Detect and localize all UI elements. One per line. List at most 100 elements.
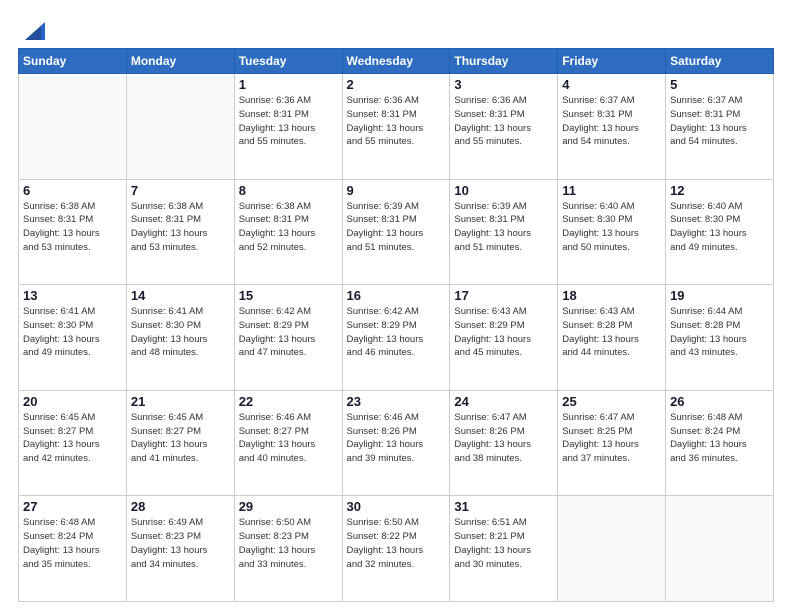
day-number: 19	[670, 288, 769, 303]
col-sunday: Sunday	[19, 49, 127, 74]
calendar-cell: 1 Sunrise: 6:36 AM Sunset: 8:31 PM Daylig…	[234, 74, 342, 180]
calendar-cell: 26 Sunrise: 6:48 AM Sunset: 8:24 PM Dayli…	[666, 390, 774, 496]
day-info: Sunrise: 6:46 AM Sunset: 8:27 PM Dayligh…	[239, 411, 338, 466]
col-friday: Friday	[558, 49, 666, 74]
day-info: Sunrise: 6:36 AM Sunset: 8:31 PM Dayligh…	[454, 94, 553, 149]
day-number: 23	[347, 394, 446, 409]
day-number: 2	[347, 77, 446, 92]
calendar-cell: 3 Sunrise: 6:36 AM Sunset: 8:31 PM Daylig…	[450, 74, 558, 180]
day-info: Sunrise: 6:48 AM Sunset: 8:24 PM Dayligh…	[670, 411, 769, 466]
day-info: Sunrise: 6:47 AM Sunset: 8:25 PM Dayligh…	[562, 411, 661, 466]
day-info: Sunrise: 6:40 AM Sunset: 8:30 PM Dayligh…	[562, 200, 661, 255]
calendar-cell: 8Sunrise: 6:38 AM Sunset: 8:31 PM Daylig…	[234, 179, 342, 285]
day-number: 20	[23, 394, 122, 409]
day-info: Sunrise: 6:37 AM Sunset: 8:31 PM Dayligh…	[670, 94, 769, 149]
calendar-cell: 25 Sunrise: 6:47 AM Sunset: 8:25 PM Dayli…	[558, 390, 666, 496]
day-info: Sunrise: 6:36 AM Sunset: 8:31 PM Dayligh…	[347, 94, 446, 149]
calendar-cell	[126, 74, 234, 180]
logo-icon	[23, 12, 45, 40]
calendar-cell: 2 Sunrise: 6:36 AM Sunset: 8:31 PM Daylig…	[342, 74, 450, 180]
day-info: Sunrise: 6:49 AM Sunset: 8:23 PM Dayligh…	[131, 516, 230, 571]
calendar-table: Sunday Monday Tuesday Wednesday Thursday…	[18, 48, 774, 602]
calendar-week-row: 1 Sunrise: 6:36 AM Sunset: 8:31 PM Daylig…	[19, 74, 774, 180]
calendar-cell: 31Sunrise: 6:51 AM Sunset: 8:21 PM Dayli…	[450, 496, 558, 602]
day-number: 27	[23, 499, 122, 514]
day-number: 29	[239, 499, 338, 514]
calendar-cell: 15Sunrise: 6:42 AM Sunset: 8:29 PM Dayli…	[234, 285, 342, 391]
day-number: 4	[562, 77, 661, 92]
calendar-cell	[19, 74, 127, 180]
col-wednesday: Wednesday	[342, 49, 450, 74]
calendar-cell: 10 Sunrise: 6:39 AM Sunset: 8:31 PM Dayli…	[450, 179, 558, 285]
day-number: 30	[347, 499, 446, 514]
day-number: 7	[131, 183, 230, 198]
day-number: 14	[131, 288, 230, 303]
day-number: 5	[670, 77, 769, 92]
calendar-cell: 29 Sunrise: 6:50 AM Sunset: 8:23 PM Dayli…	[234, 496, 342, 602]
day-info: Sunrise: 6:39 AM Sunset: 8:31 PM Dayligh…	[454, 200, 553, 255]
day-info: Sunrise: 6:38 AM Sunset: 8:31 PM Dayligh…	[131, 200, 230, 255]
calendar-cell: 4 Sunrise: 6:37 AM Sunset: 8:31 PM Daylig…	[558, 74, 666, 180]
day-info: Sunrise: 6:39 AM Sunset: 8:31 PM Dayligh…	[347, 200, 446, 255]
day-number: 3	[454, 77, 553, 92]
calendar-cell: 6 Sunrise: 6:38 AM Sunset: 8:31 PM Daylig…	[19, 179, 127, 285]
calendar-cell: 20 Sunrise: 6:45 AM Sunset: 8:27 PM Dayli…	[19, 390, 127, 496]
col-tuesday: Tuesday	[234, 49, 342, 74]
calendar-cell	[558, 496, 666, 602]
day-info: Sunrise: 6:38 AM Sunset: 8:31 PM Dayligh…	[239, 200, 338, 255]
calendar-cell: 19 Sunrise: 6:44 AM Sunset: 8:28 PM Dayli…	[666, 285, 774, 391]
calendar-cell: 18 Sunrise: 6:43 AM Sunset: 8:28 PM Dayli…	[558, 285, 666, 391]
calendar-cell: 28 Sunrise: 6:49 AM Sunset: 8:23 PM Dayli…	[126, 496, 234, 602]
calendar-cell: 21Sunrise: 6:45 AM Sunset: 8:27 PM Dayli…	[126, 390, 234, 496]
calendar-cell: 14 Sunrise: 6:41 AM Sunset: 8:30 PM Dayli…	[126, 285, 234, 391]
day-number: 17	[454, 288, 553, 303]
col-saturday: Saturday	[666, 49, 774, 74]
day-number: 28	[131, 499, 230, 514]
logo	[18, 16, 45, 40]
calendar-cell	[666, 496, 774, 602]
calendar-cell: 5 Sunrise: 6:37 AM Sunset: 8:31 PM Daylig…	[666, 74, 774, 180]
day-info: Sunrise: 6:36 AM Sunset: 8:31 PM Dayligh…	[239, 94, 338, 149]
calendar-cell: 16Sunrise: 6:42 AM Sunset: 8:29 PM Dayli…	[342, 285, 450, 391]
day-info: Sunrise: 6:47 AM Sunset: 8:26 PM Dayligh…	[454, 411, 553, 466]
day-number: 12	[670, 183, 769, 198]
day-info: Sunrise: 6:41 AM Sunset: 8:30 PM Dayligh…	[23, 305, 122, 360]
day-info: Sunrise: 6:43 AM Sunset: 8:29 PM Dayligh…	[454, 305, 553, 360]
day-info: Sunrise: 6:50 AM Sunset: 8:23 PM Dayligh…	[239, 516, 338, 571]
calendar-cell: 9 Sunrise: 6:39 AM Sunset: 8:31 PM Daylig…	[342, 179, 450, 285]
day-info: Sunrise: 6:48 AM Sunset: 8:24 PM Dayligh…	[23, 516, 122, 571]
day-number: 13	[23, 288, 122, 303]
day-number: 16	[347, 288, 446, 303]
day-number: 31	[454, 499, 553, 514]
calendar-cell: 27 Sunrise: 6:48 AM Sunset: 8:24 PM Dayli…	[19, 496, 127, 602]
calendar-week-row: 6 Sunrise: 6:38 AM Sunset: 8:31 PM Daylig…	[19, 179, 774, 285]
day-number: 18	[562, 288, 661, 303]
calendar-week-row: 20 Sunrise: 6:45 AM Sunset: 8:27 PM Dayli…	[19, 390, 774, 496]
day-number: 15	[239, 288, 338, 303]
day-number: 25	[562, 394, 661, 409]
day-number: 11	[562, 183, 661, 198]
header	[18, 16, 774, 40]
day-info: Sunrise: 6:43 AM Sunset: 8:28 PM Dayligh…	[562, 305, 661, 360]
day-info: Sunrise: 6:38 AM Sunset: 8:31 PM Dayligh…	[23, 200, 122, 255]
day-info: Sunrise: 6:44 AM Sunset: 8:28 PM Dayligh…	[670, 305, 769, 360]
calendar-cell: 11 Sunrise: 6:40 AM Sunset: 8:30 PM Dayli…	[558, 179, 666, 285]
day-info: Sunrise: 6:37 AM Sunset: 8:31 PM Dayligh…	[562, 94, 661, 149]
calendar-week-row: 27 Sunrise: 6:48 AM Sunset: 8:24 PM Dayli…	[19, 496, 774, 602]
day-info: Sunrise: 6:46 AM Sunset: 8:26 PM Dayligh…	[347, 411, 446, 466]
calendar-cell: 17 Sunrise: 6:43 AM Sunset: 8:29 PM Dayli…	[450, 285, 558, 391]
day-number: 10	[454, 183, 553, 198]
day-info: Sunrise: 6:45 AM Sunset: 8:27 PM Dayligh…	[23, 411, 122, 466]
day-number: 26	[670, 394, 769, 409]
day-number: 24	[454, 394, 553, 409]
calendar-cell: 24 Sunrise: 6:47 AM Sunset: 8:26 PM Dayli…	[450, 390, 558, 496]
day-number: 1	[239, 77, 338, 92]
day-info: Sunrise: 6:41 AM Sunset: 8:30 PM Dayligh…	[131, 305, 230, 360]
day-number: 6	[23, 183, 122, 198]
day-number: 21	[131, 394, 230, 409]
day-number: 22	[239, 394, 338, 409]
day-number: 9	[347, 183, 446, 198]
calendar-cell: 7 Sunrise: 6:38 AM Sunset: 8:31 PM Daylig…	[126, 179, 234, 285]
calendar-cell: 22 Sunrise: 6:46 AM Sunset: 8:27 PM Dayli…	[234, 390, 342, 496]
day-info: Sunrise: 6:50 AM Sunset: 8:22 PM Dayligh…	[347, 516, 446, 571]
